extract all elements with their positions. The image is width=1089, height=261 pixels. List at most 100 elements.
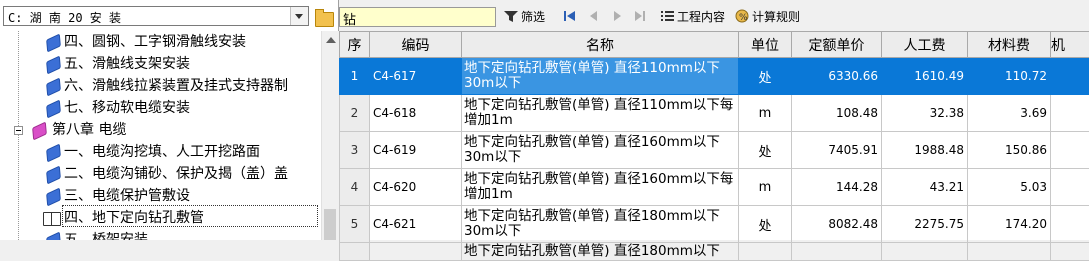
name-cell: 地下定向钻孔敷管(单管) 直径160mm以下30m以下 xyxy=(462,132,739,169)
row-number: 5 xyxy=(340,206,370,243)
material-cell xyxy=(968,243,1051,261)
svg-text:%: % xyxy=(739,13,748,23)
chevron-down-icon[interactable] xyxy=(290,7,308,25)
filter-button[interactable]: 筛选 xyxy=(521,8,545,26)
tree-item-label: 第八章 电缆 xyxy=(52,119,126,141)
blue-book-icon xyxy=(46,77,61,96)
tree-item-label: 六、滑触线拉紧装置及挂式支持器制 xyxy=(64,75,288,97)
name-cell: 地下定向钻孔敷管(单管) 直径110mm以下30m以下 xyxy=(462,58,739,95)
folder-icon xyxy=(315,12,334,27)
row-number: 1 xyxy=(340,58,370,95)
code-cell: C4-621 xyxy=(370,206,462,243)
code-cell: C4-619 xyxy=(370,132,462,169)
scroll-up-icon[interactable] xyxy=(326,37,336,43)
scrollbar-thumb[interactable] xyxy=(324,209,336,240)
machine-cell xyxy=(1051,132,1089,169)
column-header[interactable]: 定额单价 xyxy=(792,32,882,58)
labor-cell: 2275.75 xyxy=(882,206,968,243)
previous-record-icon[interactable] xyxy=(589,10,599,26)
row-number: 2 xyxy=(340,95,370,132)
table-row[interactable]: 地下定向钻孔敷管(单管) 直径180mm以下 xyxy=(340,243,1089,261)
price-cell xyxy=(792,243,882,261)
open-book-icon xyxy=(43,212,61,226)
machine-cell xyxy=(1051,243,1089,261)
unit-cell: m xyxy=(739,95,792,132)
unit-cell: 处 xyxy=(739,58,792,95)
blue-book-icon xyxy=(46,231,61,240)
name-cell: 地下定向钻孔敷管(单管) 直径180mm以下 xyxy=(462,243,739,261)
price-cell: 108.48 xyxy=(792,95,882,132)
quota-list-panel: 钻 筛选 工程内容 % 计算规则 xyxy=(339,0,1089,240)
tree-item-label: 五、滑触线支架安装 xyxy=(64,53,190,75)
blue-book-icon xyxy=(46,187,61,206)
labor-cell: 32.38 xyxy=(882,95,968,132)
code-cell xyxy=(370,243,462,261)
tree-item-label: 四、圆钢、工字钢滑触线安装 xyxy=(64,31,246,53)
table-row[interactable]: 3 C4-619 地下定向钻孔敷管(单管) 直径160mm以下30m以下 处 7… xyxy=(340,132,1089,169)
material-cell: 150.86 xyxy=(968,132,1051,169)
name-cell: 地下定向钻孔敷管(单管) 直径160mm以下每增加1m xyxy=(462,169,739,206)
code-cell: C4-620 xyxy=(370,169,462,206)
last-record-icon[interactable] xyxy=(634,10,646,26)
calc-rule-button[interactable]: 计算规则 xyxy=(752,8,800,26)
code-cell: C4-618 xyxy=(370,95,462,132)
library-combo[interactable]: C: 湖 南 20 安 装 xyxy=(3,6,309,26)
tree-item-label: 一、电缆沟挖填、人工开挖路面 xyxy=(64,141,260,163)
labor-cell: 43.21 xyxy=(882,169,968,206)
filter-icon xyxy=(504,10,518,26)
column-header[interactable]: 材料费 xyxy=(968,32,1051,58)
row-number: 3 xyxy=(340,132,370,169)
price-cell: 8082.48 xyxy=(792,206,882,243)
list-icon xyxy=(661,10,674,26)
column-header[interactable]: 编码 xyxy=(370,32,462,58)
machine-cell xyxy=(1051,169,1089,206)
machine-cell xyxy=(1051,58,1089,95)
tree-item-label: 三、电缆保护管敷设 xyxy=(64,185,190,207)
next-record-icon[interactable] xyxy=(612,10,622,26)
price-cell: 144.28 xyxy=(792,169,882,206)
tree-scrollbar[interactable] xyxy=(321,31,339,240)
table-header-row: 序 编码 名称 单位 定额单价 人工费 材料费 机 xyxy=(340,32,1089,58)
table-row[interactable]: 2 C4-618 地下定向钻孔敷管(单管) 直径110mm以下每增加1m m 1… xyxy=(340,95,1089,132)
collapse-icon[interactable] xyxy=(14,126,23,135)
column-header[interactable]: 单位 xyxy=(739,32,792,58)
tree-item-label: 七、移动软电缆安装 xyxy=(64,97,190,119)
first-record-icon[interactable] xyxy=(564,10,576,26)
library-tree-panel: C: 湖 南 20 安 装 四、圆钢、工字钢滑触线安装 五、滑触线支架安装 六、… xyxy=(0,0,339,240)
column-header[interactable]: 机 xyxy=(1051,32,1089,58)
name-cell: 地下定向钻孔敷管(单管) 直径180mm以下30m以下 xyxy=(462,206,739,243)
code-cell: C4-617 xyxy=(370,58,462,95)
price-cell: 6330.66 xyxy=(792,58,882,95)
price-cell: 7405.91 xyxy=(792,132,882,169)
column-header[interactable]: 名称 xyxy=(462,32,739,58)
unit-cell: 处 xyxy=(739,132,792,169)
machine-cell xyxy=(1051,206,1089,243)
labor-cell: 1988.48 xyxy=(882,132,968,169)
open-folder-button[interactable] xyxy=(313,7,334,28)
work-content-button[interactable]: 工程内容 xyxy=(677,8,725,26)
table-row-selected[interactable]: 1 C4-617 地下定向钻孔敷管(单管) 直径110mm以下30m以下 处 6… xyxy=(340,58,1089,95)
material-cell: 3.69 xyxy=(968,95,1051,132)
tree-item-label: 二、电缆沟铺砂、保护及揭（盖）盖 xyxy=(64,163,288,185)
tree-item-label: 五、桥架安装 xyxy=(64,229,148,240)
table-row[interactable]: 5 C4-621 地下定向钻孔敷管(单管) 直径180mm以下30m以下 处 8… xyxy=(340,206,1089,243)
column-header[interactable]: 序 xyxy=(340,32,370,58)
library-combo-value: C: 湖 南 20 安 装 xyxy=(8,9,121,26)
focus-rectangle xyxy=(62,205,318,227)
search-input-value: 钻 xyxy=(343,9,356,28)
blue-book-icon xyxy=(46,165,61,184)
quota-table: 序 编码 名称 单位 定额单价 人工费 材料费 机 1 C4-617 地下定向钻… xyxy=(339,31,1089,261)
pink-book-icon xyxy=(32,121,47,140)
unit-cell: m xyxy=(739,169,792,206)
unit-cell xyxy=(739,243,792,261)
column-header[interactable]: 人工费 xyxy=(882,32,968,58)
labor-cell: 1610.49 xyxy=(882,58,968,95)
table-row[interactable]: 4 C4-620 地下定向钻孔敷管(单管) 直径160mm以下每增加1m m 1… xyxy=(340,169,1089,206)
toolbar: 钻 筛选 工程内容 % 计算规则 xyxy=(339,0,1089,31)
search-input[interactable]: 钻 xyxy=(339,7,496,27)
blue-book-icon xyxy=(46,143,61,162)
tree-guide-line xyxy=(18,31,19,240)
material-cell: 174.20 xyxy=(968,206,1051,243)
material-cell: 5.03 xyxy=(968,169,1051,206)
row-number: 4 xyxy=(340,169,370,206)
